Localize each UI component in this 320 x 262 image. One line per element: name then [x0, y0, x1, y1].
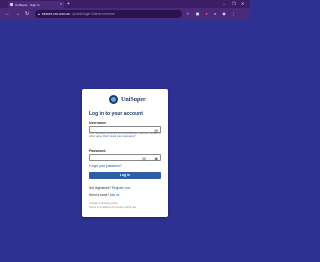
close-window-button[interactable]: ✕: [241, 1, 244, 7]
password-label: Password: [89, 149, 106, 153]
browser-tab[interactable]: UniSuper - Sign In ×: [8, 1, 64, 8]
page-title: Log in to your account: [89, 111, 143, 117]
help-row: Need a hand? Ask us: [89, 193, 119, 197]
minimize-button[interactable]: –: [223, 1, 225, 7]
footer-line-2[interactable]: Terms & conditions of member portal use: [89, 206, 136, 210]
forward-arrow-icon[interactable]: →: [15, 11, 20, 17]
help-prompt: Need a hand?: [89, 193, 110, 197]
reload-icon[interactable]: ↻: [25, 11, 29, 17]
extension-red-icon[interactable]: ●: [205, 11, 207, 17]
brand-name: UniSuper: [121, 96, 146, 103]
url-path: /portal/login?client=member: [72, 12, 116, 16]
back-arrow-icon[interactable]: ←: [5, 11, 10, 17]
extension-icons: ☆ ▣ ● ● ◉ ⋮: [186, 11, 236, 17]
show-password-eye-icon[interactable]: ◉: [155, 156, 159, 161]
forgot-username-link[interactable]: Don't know your username?: [103, 135, 135, 138]
lock-icon: 🔒︎: [38, 12, 40, 16]
login-button[interactable]: Log in: [89, 172, 161, 179]
bookmark-star-icon[interactable]: ☆: [186, 11, 190, 17]
brand-logo: UniSuper: [109, 95, 146, 104]
username-label: Username: [89, 121, 106, 125]
brand-logo-icon: [109, 95, 118, 104]
register-row: Not registered? Register now: [89, 186, 130, 190]
browser-toolbar: ← → ↻ 🔒︎ secure.usi.com.au /portal/login…: [0, 8, 250, 20]
ask-us-link[interactable]: Ask us: [110, 193, 120, 197]
username-hint: Your username could be an email address,…: [89, 132, 161, 138]
profile-icon[interactable]: ◉: [222, 11, 226, 17]
tab-favicon-icon: [10, 3, 13, 6]
browser-titlebar: UniSuper - Sign In × + – ❐ ✕: [0, 0, 250, 8]
id-card-icon: ▤: [142, 156, 146, 161]
footer-links: Contact us Privacy policy Terms & condit…: [89, 202, 136, 209]
forgot-password-link[interactable]: Forgot your password?: [89, 164, 122, 168]
menu-dots-icon[interactable]: ⋮: [232, 11, 236, 17]
tab-title: UniSuper - Sign In: [15, 2, 40, 7]
new-tab-button[interactable]: +: [67, 1, 70, 7]
register-prompt: Not registered?: [89, 186, 111, 190]
extension-puzzle-icon[interactable]: ▣: [196, 11, 200, 17]
password-field[interactable]: ▤ ◉: [89, 154, 161, 161]
url-host: secure.usi.com.au: [41, 12, 71, 16]
login-card: UniSuper Log in to your account Username…: [82, 89, 168, 217]
maximize-button[interactable]: ❐: [232, 1, 236, 7]
address-bar[interactable]: 🔒︎ secure.usi.com.au /portal/login?clien…: [35, 10, 182, 18]
register-link[interactable]: Register now: [112, 186, 131, 190]
tab-close-icon[interactable]: ×: [60, 2, 62, 7]
extension-green-icon[interactable]: ●: [214, 11, 216, 17]
